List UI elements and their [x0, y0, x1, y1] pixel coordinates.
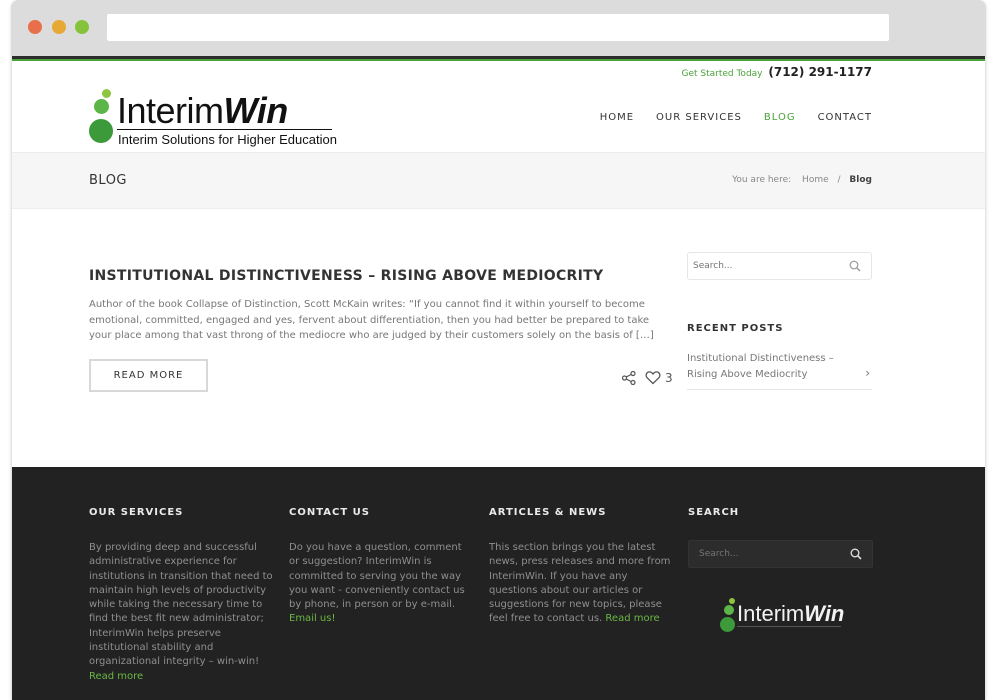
post-title[interactable]: INSTITUTIONAL DISTINCTIVENESS – RISING A… — [89, 268, 603, 284]
logo-tagline: Interim Solutions for Higher Education — [118, 132, 337, 147]
logo-rule — [117, 129, 332, 130]
footer-services-title: OUR SERVICES — [89, 507, 184, 518]
nav-home[interactable]: HOME — [600, 112, 634, 123]
recent-post-label: Institutional Distinctiveness – Rising A… — [687, 353, 834, 380]
heart-icon[interactable] — [645, 370, 661, 385]
footer-search-title: SEARCH — [688, 507, 740, 518]
chevron-right-icon: › — [865, 366, 870, 380]
phone-number[interactable]: (712) 291-1177 — [768, 65, 872, 79]
logo-dot-large — [89, 119, 113, 143]
like-count: 3 — [665, 371, 673, 385]
nav-our-services[interactable]: OUR SERVICES — [656, 112, 742, 123]
recent-posts-title: RECENT POSTS — [687, 323, 784, 334]
sidebar-search — [687, 252, 872, 280]
address-bar[interactable] — [107, 14, 889, 41]
minimize-window-button[interactable] — [52, 20, 66, 34]
footer-articles-title: ARTICLES & NEWS — [489, 507, 607, 518]
page-title: BLOG — [89, 173, 128, 188]
top-bar-contact: Get Started Today (712) 291-1177 — [681, 65, 872, 79]
page-title-bar: BLOG You are here: Home / Blog — [12, 153, 985, 209]
browser-toolbar — [11, 0, 986, 56]
main-content: INSTITUTIONAL DISTINCTIVENESS – RISING A… — [12, 209, 985, 467]
sidebar-search-input[interactable] — [688, 253, 838, 279]
footer-email-link[interactable]: Email us! — [289, 613, 335, 624]
logo-dot-small — [729, 598, 735, 604]
footer-search: SEARCH InterimWin — [688, 507, 873, 638]
breadcrumb-home[interactable]: Home — [802, 175, 829, 185]
logo-dot-medium — [724, 605, 734, 615]
breadcrumb-separator: / — [837, 175, 841, 185]
footer-logo-rule — [737, 626, 841, 627]
post-excerpt: Author of the book Collapse of Distincti… — [89, 299, 654, 341]
footer-logo-wordmark: InterimWin — [737, 601, 845, 626]
footer-search-box — [688, 540, 873, 568]
logo-dot-large — [720, 617, 735, 632]
logo-dot-medium — [94, 99, 109, 114]
recent-post-item[interactable]: Institutional Distinctiveness – Rising A… — [687, 351, 872, 390]
read-more-button[interactable]: READ MORE — [89, 359, 208, 392]
breadcrumb-prefix: You are here: — [732, 175, 792, 185]
browser-window: Get Started Today (712) 291-1177 Interim… — [11, 0, 986, 700]
share-icon[interactable] — [622, 371, 636, 385]
sidebar: RECENT POSTS Institutional Distinctivene… — [687, 252, 872, 390]
footer-logo[interactable]: InterimWin — [718, 598, 848, 638]
logo-dot-small — [102, 89, 111, 98]
web-page: Get Started Today (712) 291-1177 Interim… — [12, 56, 985, 700]
get-started-text: Get Started Today — [681, 69, 763, 79]
footer-contact: CONTACT US Do you have a question, comme… — [289, 507, 474, 627]
site-footer: OUR SERVICES By providing deep and succe… — [12, 467, 985, 700]
site-header: InterimWin Interim Solutions for Higher … — [12, 81, 985, 153]
footer-search-input[interactable] — [689, 541, 839, 567]
nav-contact[interactable]: CONTACT — [818, 112, 872, 123]
footer-services-read-more-link[interactable]: Read more — [89, 671, 143, 682]
logo-wordmark: InterimWin — [117, 90, 288, 131]
footer-articles-text: This section brings you the latest news,… — [489, 542, 671, 625]
footer-contact-title: CONTACT US — [289, 507, 370, 518]
footer-services: OUR SERVICES By providing deep and succe… — [89, 507, 274, 684]
breadcrumb: You are here: Home / Blog — [732, 175, 872, 185]
main-nav: HOME OUR SERVICES BLOG CONTACT — [600, 112, 872, 123]
maximize-window-button[interactable] — [75, 20, 89, 34]
nav-blog[interactable]: BLOG — [764, 112, 796, 123]
search-icon[interactable] — [849, 260, 861, 272]
search-icon[interactable] — [850, 548, 862, 560]
footer-articles: ARTICLES & NEWS This section brings you … — [489, 507, 674, 627]
site-logo[interactable]: InterimWin Interim Solutions for Higher … — [88, 89, 338, 149]
footer-contact-text: Do you have a question, comment or sugge… — [289, 542, 465, 625]
footer-services-text: By providing deep and successful adminis… — [89, 542, 273, 682]
close-window-button[interactable] — [28, 20, 42, 34]
footer-articles-read-more-link[interactable]: Read more — [605, 613, 659, 624]
breadcrumb-current: Blog — [849, 175, 872, 185]
top-bar: Get Started Today (712) 291-1177 — [12, 56, 985, 83]
